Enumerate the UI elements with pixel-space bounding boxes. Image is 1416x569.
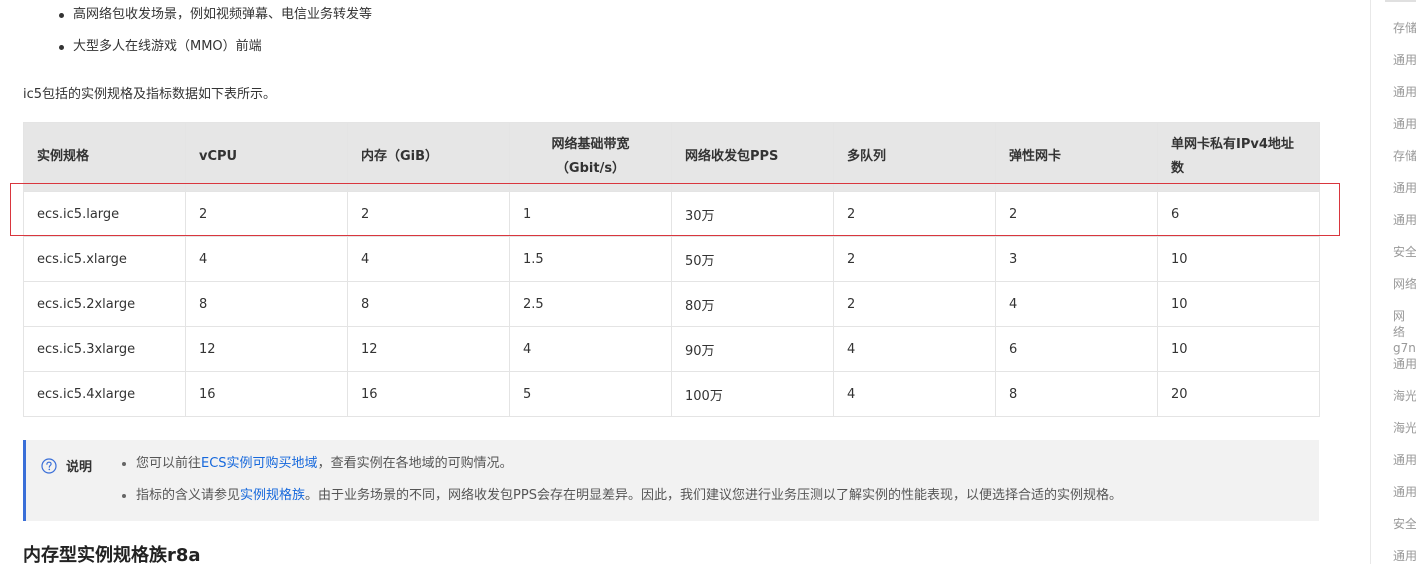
note-header: 说明: [41, 456, 92, 475]
column-header-memory: 内存（GiB）: [347, 122, 510, 192]
note-list: 您可以前往ECS实例可购买地域，查看实例在各地域的可购情况。 指标的含义请参见实…: [122, 451, 1122, 515]
cell-ipv4: 20: [1157, 371, 1320, 417]
cell-vcpu: 12: [185, 326, 348, 372]
table-header-row: 实例规格 vCPU 内存（GiB） 网络基础带宽（Gbit/s） 网络收发包PP…: [23, 122, 1320, 192]
cell-instance-type: ecs.ic5.xlarge: [23, 236, 186, 282]
cell-bandwidth: 1: [509, 191, 672, 237]
toc-item[interactable]: 通用: [1393, 484, 1416, 500]
cell-vcpu: 4: [185, 236, 348, 282]
cell-ipv4: 6: [1157, 191, 1320, 237]
toc-item[interactable]: 网络 g7ne: [1393, 308, 1416, 356]
cell-memory: 8: [347, 281, 510, 327]
cell-instance-type: ecs.ic5.large: [23, 191, 186, 237]
note-text: 您可以前往: [136, 456, 202, 471]
list-item: 高网络包收发场景，例如视频弹幕、电信业务转发等: [58, 3, 372, 35]
toc-item[interactable]: 通用: [1393, 212, 1416, 228]
cell-ipv4: 10: [1157, 236, 1320, 282]
cell-vcpu: 16: [185, 371, 348, 417]
cell-eni: 8: [995, 371, 1158, 417]
cell-instance-type: ecs.ic5.3xlarge: [23, 326, 186, 372]
column-header-bandwidth: 网络基础带宽（Gbit/s）: [509, 122, 672, 192]
toc-item[interactable]: 安全: [1393, 244, 1416, 260]
cell-pps: 50万: [671, 236, 834, 282]
cell-queues: 2: [833, 281, 996, 327]
cell-memory: 2: [347, 191, 510, 237]
note-text: ，查看实例在各地域的可购情况。: [317, 456, 513, 471]
cell-eni: 6: [995, 326, 1158, 372]
cell-bandwidth: 4: [509, 326, 672, 372]
use-case-list: 高网络包收发场景，例如视频弹幕、电信业务转发等 大型多人在线游戏（MMO）前端: [58, 3, 372, 67]
toc-item[interactable]: 网络: [1393, 276, 1416, 292]
toc-item[interactable]: 安全: [1393, 516, 1416, 532]
toc-item[interactable]: 存储: [1393, 20, 1416, 36]
cell-vcpu: 8: [185, 281, 348, 327]
cell-eni: 3: [995, 236, 1158, 282]
toc-item[interactable]: 通用: [1393, 452, 1416, 468]
section-heading: 内存型实例规格族r8a: [23, 545, 201, 566]
list-item: 指标的含义请参见实例规格族。由于业务场景的不同，网络收发包PPS会存在明显差异。…: [122, 483, 1122, 515]
cell-pps: 80万: [671, 281, 834, 327]
toc-item[interactable]: 通用: [1393, 356, 1416, 372]
toc-item[interactable]: 通用: [1393, 116, 1416, 132]
instance-spec-table: 实例规格 vCPU 内存（GiB） 网络基础带宽（Gbit/s） 网络收发包PP…: [23, 122, 1320, 417]
question-circle-icon: [41, 457, 57, 474]
note-title: 说明: [66, 460, 93, 475]
toc-item[interactable]: 通用: [1393, 180, 1416, 196]
column-header-pps: 网络收发包PPS: [671, 122, 834, 192]
note-text: 指标的含义请参见: [136, 488, 241, 503]
cell-bandwidth: 5: [509, 371, 672, 417]
instance-family-link[interactable]: 实例规格族: [240, 488, 305, 503]
list-item: 您可以前往ECS实例可购买地域，查看实例在各地域的可购情况。: [122, 451, 1122, 483]
toc-item[interactable]: 通用: [1393, 52, 1416, 68]
purchasable-regions-link[interactable]: ECS实例可购买地域: [201, 456, 318, 471]
cell-memory: 4: [347, 236, 510, 282]
table-row: ecs.ic5.4xlarge 16 16 5 100万 4 8 20: [23, 371, 1320, 417]
toc-item[interactable]: 海光: [1393, 388, 1416, 404]
cell-bandwidth: 1.5: [509, 236, 672, 282]
cell-eni: 4: [995, 281, 1158, 327]
cell-vcpu: 2: [185, 191, 348, 237]
toc-item[interactable]: 存储: [1393, 148, 1416, 164]
note-text: 。由于业务场景的不同，网络收发包PPS会存在明显差异。因此，我们建议您进行业务压…: [305, 488, 1122, 503]
note-box: 说明 您可以前往ECS实例可购买地域，查看实例在各地域的可购情况。 指标的含义请…: [23, 440, 1319, 521]
toc-item[interactable]: 通用: [1393, 84, 1416, 100]
table-row: ecs.ic5.3xlarge 12 12 4 90万 4 6 10: [23, 326, 1320, 372]
table-row: ecs.ic5.2xlarge 8 8 2.5 80万 2 4 10: [23, 281, 1320, 327]
table-intro-text: ic5包括的实例规格及指标数据如下表所示。: [23, 87, 277, 102]
column-header-vcpu: vCPU: [185, 122, 348, 192]
list-item: 大型多人在线游戏（MMO）前端: [58, 35, 372, 67]
cell-ipv4: 10: [1157, 281, 1320, 327]
doc-content: 高网络包收发场景，例如视频弹幕、电信业务转发等 大型多人在线游戏（MMO）前端 …: [0, 0, 1340, 566]
cell-ipv4: 10: [1157, 326, 1320, 372]
cell-instance-type: ecs.ic5.4xlarge: [23, 371, 186, 417]
cell-queues: 4: [833, 371, 996, 417]
table-row: ecs.ic5.large 2 2 1 30万 2 2 6: [23, 191, 1320, 237]
cell-memory: 16: [347, 371, 510, 417]
cell-queues: 4: [833, 326, 996, 372]
toc-item[interactable]: 通用: [1393, 548, 1416, 564]
toc-item[interactable]: 海光: [1393, 420, 1416, 436]
cell-pps: 100万: [671, 371, 834, 417]
column-header-eni: 弹性网卡: [995, 122, 1158, 192]
cell-instance-type: ecs.ic5.2xlarge: [23, 281, 186, 327]
toc-scroll-marker: [1385, 0, 1416, 2]
cell-queues: 2: [833, 236, 996, 282]
column-header-ipv4: 单网卡私有IPv4地址数: [1157, 122, 1320, 192]
cell-memory: 12: [347, 326, 510, 372]
toc-sidebar: 存储 通用 通用 通用 存储 通用 通用 安全 网络 网络 g7ne 通用 海光…: [1370, 0, 1416, 564]
cell-pps: 90万: [671, 326, 834, 372]
cell-queues: 2: [833, 191, 996, 237]
cell-eni: 2: [995, 191, 1158, 237]
cell-pps: 30万: [671, 191, 834, 237]
cell-bandwidth: 2.5: [509, 281, 672, 327]
column-header-queues: 多队列: [833, 122, 996, 192]
column-header-instance-type: 实例规格: [23, 122, 186, 192]
table-row: ecs.ic5.xlarge 4 4 1.5 50万 2 3 10: [23, 236, 1320, 282]
